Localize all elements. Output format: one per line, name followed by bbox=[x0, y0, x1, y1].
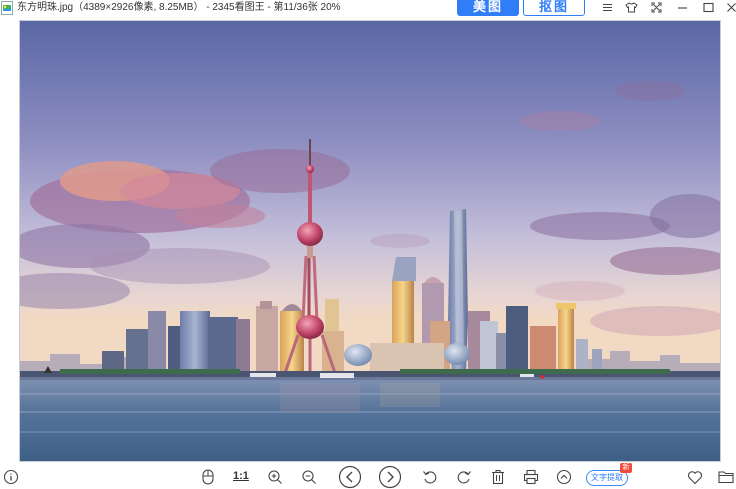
menu-icon[interactable] bbox=[596, 0, 618, 14]
bottom-toolbar: 1:1 文字提取 新 bbox=[0, 462, 736, 489]
maximize-icon[interactable] bbox=[697, 0, 719, 14]
print-icon[interactable] bbox=[522, 468, 540, 486]
photo-viewer[interactable] bbox=[19, 20, 721, 462]
heart-icon[interactable] bbox=[686, 468, 704, 486]
skin-icon[interactable] bbox=[620, 0, 642, 14]
close-icon[interactable] bbox=[720, 0, 736, 14]
meitu-button[interactable]: 美图 bbox=[457, 0, 519, 16]
app-icon bbox=[1, 1, 13, 15]
window-title: 东方明珠.jpg（4389×2926像素, 8.25MB） - 2345看图王 … bbox=[17, 2, 341, 13]
mouse-icon[interactable] bbox=[199, 468, 217, 486]
zoom-in-icon[interactable] bbox=[266, 468, 284, 486]
folder-icon[interactable] bbox=[717, 468, 735, 486]
prev-icon[interactable] bbox=[338, 465, 362, 489]
zoom-out-icon[interactable] bbox=[300, 468, 318, 486]
skyline-photo bbox=[20, 21, 720, 461]
up-icon[interactable] bbox=[555, 468, 573, 486]
new-badge: 新 bbox=[620, 463, 632, 473]
next-icon[interactable] bbox=[378, 465, 402, 489]
title-bar: 东方明珠.jpg（4389×2926像素, 8.25MB） - 2345看图王 … bbox=[0, 0, 736, 20]
delete-icon[interactable] bbox=[489, 468, 507, 486]
info-icon[interactable] bbox=[2, 468, 20, 486]
minimize-icon[interactable] bbox=[671, 0, 693, 14]
rotate-left-icon[interactable] bbox=[421, 468, 439, 486]
fullscreen-icon[interactable] bbox=[645, 0, 667, 14]
koutu-button[interactable]: 抠图 bbox=[523, 0, 585, 16]
actual-size-button[interactable]: 1:1 bbox=[233, 470, 249, 482]
rotate-right-icon[interactable] bbox=[455, 468, 473, 486]
